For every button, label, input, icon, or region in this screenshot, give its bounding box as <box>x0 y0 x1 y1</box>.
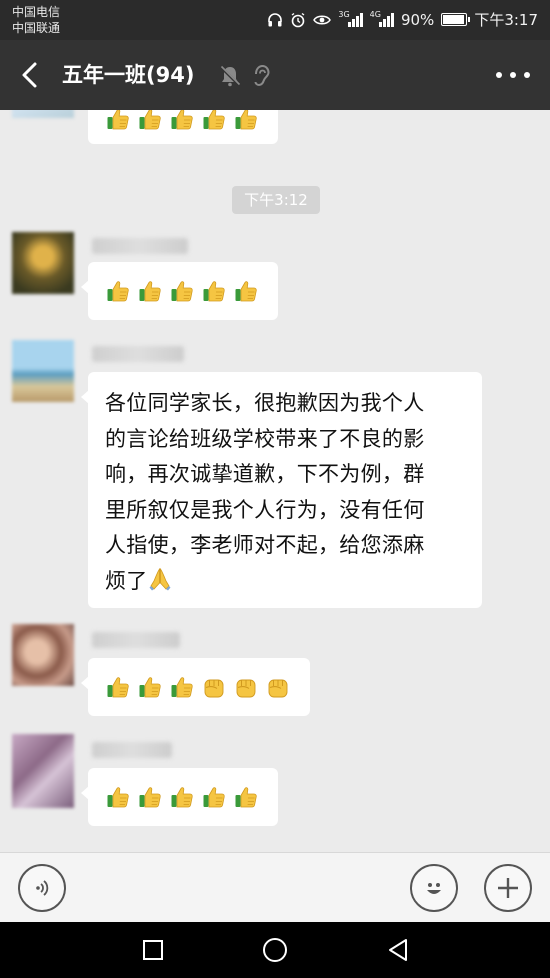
home-icon <box>263 938 287 962</box>
sender-name-blurred <box>92 346 184 362</box>
battery-icon <box>441 13 471 26</box>
emoji-row <box>106 279 258 303</box>
back-triangle-icon <box>389 939 407 961</box>
carrier-info: 中国电信 中国联通 <box>12 4 60 36</box>
carrier-1: 中国电信 <box>12 5 61 19</box>
message-line: 里所叙仅是我个人行为，没有任何 <box>105 497 425 522</box>
thumbs-up-icon <box>106 110 130 131</box>
sender-name-blurred <box>92 238 188 254</box>
raised-fist-icon <box>234 675 258 699</box>
sender-name-blurred <box>92 632 180 648</box>
earpiece-icon[interactable] <box>250 64 272 92</box>
status-time: 下午3:17 <box>474 11 538 29</box>
avatar[interactable] <box>12 340 74 402</box>
signal-icon-1: 3G <box>338 10 363 27</box>
avatar[interactable] <box>12 734 74 808</box>
status-bar: 中国电信 中国联通 3G 4G 90% 下午3:17 <box>0 0 550 40</box>
sender-name-blurred <box>92 742 172 758</box>
message-text: 各位同学家长，很抱歉因为我个人 的言论给班级学校带来了不良的影 响，再次诚挚道歉… <box>105 386 477 599</box>
alarm-icon <box>290 12 306 28</box>
plus-icon <box>498 878 518 898</box>
emoji-message-bubble[interactable] <box>88 110 278 144</box>
emoji-message-bubble[interactable] <box>81 658 310 716</box>
recent-apps-button[interactable] <box>137 934 169 966</box>
headphones-icon <box>267 12 283 28</box>
message-line: 各位同学家长，很抱歉因为我个人 <box>105 391 425 415</box>
message-line: 响，再次诚挚道歉，下不为例，群 <box>105 462 425 486</box>
thumbs-up-icon <box>202 785 226 809</box>
text-message-bubble[interactable]: 各位同学家长，很抱歉因为我个人 的言论给班级学校带来了不良的影 响，再次诚挚道歉… <box>81 372 482 608</box>
avatar[interactable] <box>12 110 74 118</box>
thumbs-up-icon <box>170 279 194 303</box>
thumbs-up-icon <box>138 279 162 303</box>
emoji-message-bubble[interactable] <box>81 768 278 826</box>
emoji-row <box>106 675 290 699</box>
network-type-2: 4G <box>369 10 381 19</box>
thumbs-up-icon <box>202 279 226 303</box>
emoji-face-icon <box>427 883 441 894</box>
home-button[interactable] <box>259 934 291 966</box>
more-functions-button[interactable] <box>484 864 532 912</box>
back-arrow-icon <box>22 62 37 88</box>
thumbs-up-icon <box>170 675 194 699</box>
thumbs-up-icon <box>106 785 130 809</box>
signal-icon-2: 4G <box>369 10 394 27</box>
thumbs-up-icon <box>170 110 194 131</box>
emoji-button[interactable] <box>410 864 458 912</box>
avatar[interactable] <box>12 232 74 294</box>
voice-icon <box>36 880 49 896</box>
recent-apps-icon <box>143 940 163 960</box>
battery-percent: 90% <box>400 10 435 29</box>
thumbs-up-icon <box>202 110 226 131</box>
mute-bell-icon <box>218 64 242 92</box>
thumbs-up-icon <box>170 785 194 809</box>
eye-comfort-icon <box>313 13 332 27</box>
thumbs-up-icon <box>106 279 130 303</box>
carrier-2: 中国联通 <box>12 21 61 35</box>
input-bar <box>0 852 550 922</box>
more-button[interactable] <box>496 64 530 86</box>
message-line: 人指使，李老师对不起，给您添麻 <box>105 533 425 557</box>
chat-area[interactable]: 下午3:12 各位同学家长，很抱歉因为我个人 的言论给班级学校带来了不良的影 响… <box>0 110 550 852</box>
emoji-row <box>106 785 258 809</box>
thumbs-up-icon <box>234 279 258 303</box>
back-button[interactable] <box>12 57 48 93</box>
thumbs-up-icon <box>234 785 258 809</box>
chat-title: 五年一班(94) <box>62 63 195 87</box>
folded-hands-icon <box>148 567 172 591</box>
back-nav-button[interactable] <box>382 934 414 966</box>
emoji-message-bubble[interactable] <box>81 262 278 320</box>
thumbs-up-icon <box>138 675 162 699</box>
raised-fist-icon <box>202 675 226 699</box>
thumbs-up-icon <box>138 785 162 809</box>
timestamp-pill: 下午3:12 <box>232 186 320 214</box>
network-type-1: 3G <box>338 10 350 19</box>
thumbs-up-icon <box>106 675 130 699</box>
message-line: 烦了 <box>105 568 148 593</box>
raised-fist-icon <box>266 675 290 699</box>
message-line: 的言论给班级学校带来了不良的影 <box>105 426 425 451</box>
status-icons: 3G 4G 90% 下午3:17 <box>267 9 538 30</box>
voice-button[interactable] <box>18 864 66 912</box>
avatar[interactable] <box>12 624 74 686</box>
navigation-bar <box>0 922 550 978</box>
emoji-row <box>106 110 258 131</box>
chat-header: 五年一班(94) <box>0 40 550 110</box>
thumbs-up-icon <box>138 110 162 131</box>
more-icon <box>496 72 502 78</box>
thumbs-up-icon <box>234 110 258 131</box>
